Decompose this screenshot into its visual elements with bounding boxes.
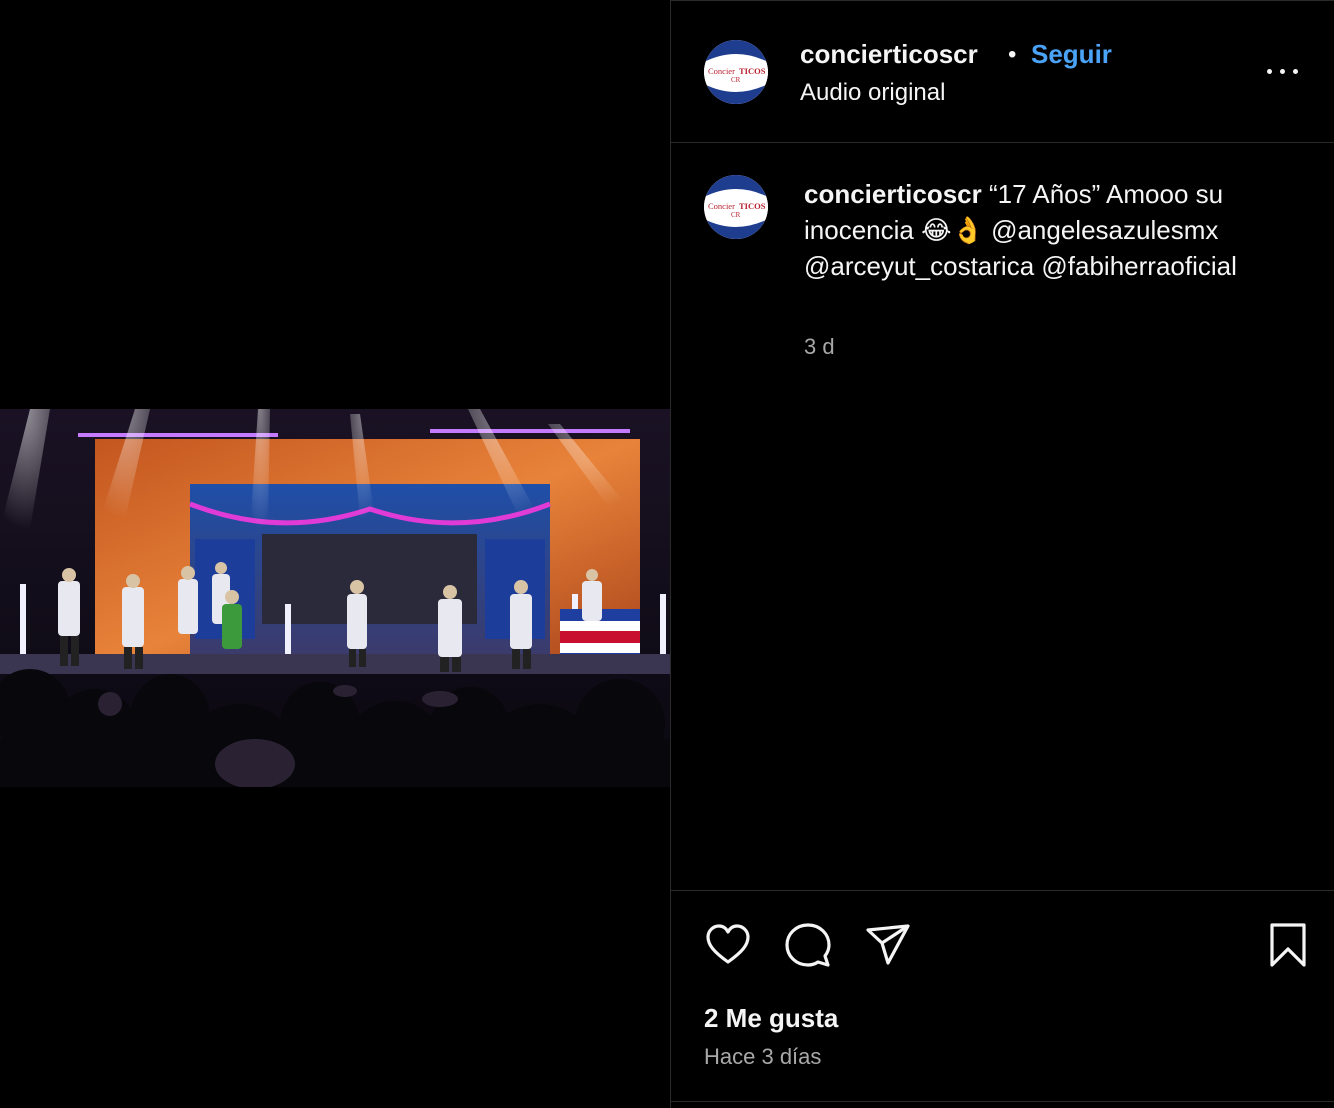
svg-text:TICOS: TICOS (739, 66, 766, 76)
concierticos-logo: Concier TICOS CR (704, 175, 768, 239)
bookmark-icon[interactable] (1264, 921, 1312, 969)
more-options-icon[interactable] (1265, 59, 1301, 83)
mention-link[interactable]: @fabiherraoficial (1041, 251, 1236, 281)
caption-text: concierticoscr “17 Años” Amooo su inocen… (804, 176, 1284, 284)
separator-dot: • (1008, 41, 1017, 68)
post-side-panel: Concier TICOS CR concierticoscr • Seguir… (670, 0, 1334, 1108)
post-actions: 2 Me gusta Hace 3 días (671, 890, 1334, 1108)
svg-text:Concier: Concier (708, 201, 735, 211)
caption-username[interactable]: concierticoscr (804, 179, 982, 209)
post-date[interactable]: Hace 3 días (704, 1044, 821, 1070)
svg-text:CR: CR (731, 76, 741, 84)
audio-link[interactable]: Audio original (800, 79, 945, 107)
video-player[interactable] (0, 409, 670, 787)
concierticos-logo: Concier TICOS CR (704, 40, 768, 104)
paper-plane-icon[interactable] (864, 921, 912, 969)
mention-link[interactable]: @arceyut_costarica (804, 251, 1034, 281)
mention-link[interactable]: @angelesazulesmx (991, 215, 1218, 245)
svg-text:CR: CR (731, 211, 741, 219)
svg-text:Concier: Concier (708, 66, 735, 76)
avatar[interactable]: Concier TICOS CR (704, 40, 768, 104)
svg-text:TICOS: TICOS (739, 201, 766, 211)
follow-button[interactable]: Seguir (1031, 39, 1112, 70)
caption-avatar[interactable]: Concier TICOS CR (704, 175, 768, 239)
caption-timestamp[interactable]: 3 d (804, 334, 835, 360)
concert-video-frame (0, 409, 670, 787)
post-header: Concier TICOS CR concierticoscr • Seguir… (671, 0, 1334, 143)
author-username[interactable]: concierticoscr (800, 39, 978, 70)
divider (671, 1101, 1334, 1102)
heart-icon[interactable] (704, 921, 752, 969)
media-pane (0, 0, 670, 1108)
comment-icon[interactable] (784, 921, 832, 969)
like-count[interactable]: 2 Me gusta (704, 1003, 838, 1034)
